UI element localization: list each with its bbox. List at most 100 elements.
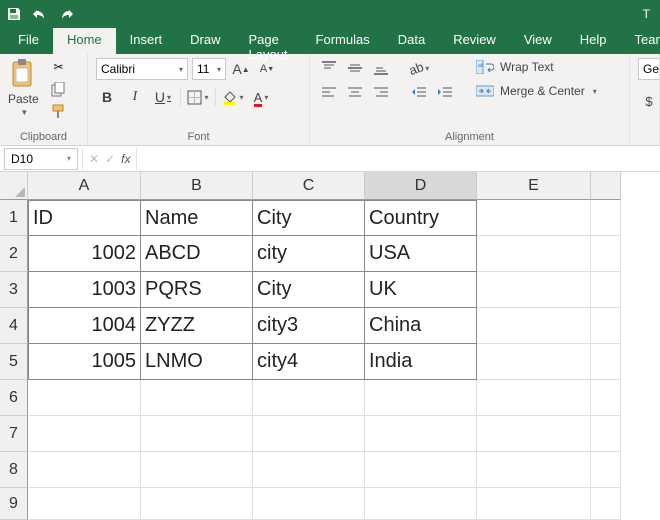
save-icon[interactable] [6, 6, 22, 22]
cell-d9[interactable] [365, 488, 477, 520]
cell-e2[interactable] [477, 236, 591, 272]
number-format-select[interactable]: Ge [638, 58, 660, 80]
cell-f2[interactable] [591, 236, 621, 272]
align-right-button[interactable] [370, 82, 392, 102]
name-box[interactable]: D10 ▾ [4, 148, 78, 170]
increase-font-button[interactable]: A▲ [230, 58, 252, 80]
copy-button[interactable] [49, 80, 69, 98]
tab-help[interactable]: Help [566, 28, 621, 54]
tab-review[interactable]: Review [439, 28, 510, 54]
cell-e3[interactable] [477, 272, 591, 308]
cell-c2[interactable]: city [253, 236, 365, 272]
cell-c1[interactable]: City [253, 200, 365, 236]
cell-a8[interactable] [28, 452, 141, 488]
select-all-corner[interactable] [0, 172, 28, 200]
paste-button[interactable]: Paste ▼ [8, 58, 39, 117]
cell-e4[interactable] [477, 308, 591, 344]
row-header-2[interactable]: 2 [0, 236, 28, 272]
row-header-5[interactable]: 5 [0, 344, 28, 380]
row-header-6[interactable]: 6 [0, 380, 28, 416]
column-header-partial[interactable] [591, 172, 621, 200]
cell-e9[interactable] [477, 488, 591, 520]
cell-b7[interactable] [141, 416, 253, 452]
cell-c8[interactable] [253, 452, 365, 488]
tab-draw[interactable]: Draw [176, 28, 234, 54]
cell-a3[interactable]: 1003 [28, 272, 141, 308]
column-header-c[interactable]: C [253, 172, 365, 200]
cell-a2[interactable]: 1002 [28, 236, 141, 272]
underline-button[interactable]: U▾ [152, 86, 174, 108]
italic-button[interactable]: I [124, 86, 146, 108]
merge-center-button[interactable]: Merge & Center ▾ [472, 82, 601, 100]
cell-f6[interactable] [591, 380, 621, 416]
column-header-a[interactable]: A [28, 172, 141, 200]
cancel-formula-button[interactable]: ✕ [89, 152, 99, 166]
cell-f4[interactable] [591, 308, 621, 344]
font-color-button[interactable]: A▾ [250, 86, 272, 108]
cell-d8[interactable] [365, 452, 477, 488]
cell-b1[interactable]: Name [141, 200, 253, 236]
decrease-font-button[interactable]: A▼ [256, 58, 278, 80]
cell-e6[interactable] [477, 380, 591, 416]
cell-e8[interactable] [477, 452, 591, 488]
cell-f5[interactable] [591, 344, 621, 380]
redo-icon[interactable] [58, 7, 74, 21]
cell-a6[interactable] [28, 380, 141, 416]
column-header-d[interactable]: D [365, 172, 477, 200]
cell-a5[interactable]: 1005 [28, 344, 141, 380]
align-center-button[interactable] [344, 82, 366, 102]
cell-e7[interactable] [477, 416, 591, 452]
cell-b3[interactable]: PQRS [141, 272, 253, 308]
cell-d5[interactable]: India [365, 344, 477, 380]
currency-button[interactable]: $ [638, 90, 660, 112]
row-header-3[interactable]: 3 [0, 272, 28, 308]
cell-a9[interactable] [28, 488, 141, 520]
tab-insert[interactable]: Insert [116, 28, 177, 54]
cell-b8[interactable] [141, 452, 253, 488]
tab-home[interactable]: Home [53, 28, 116, 54]
wrap-text-button[interactable]: ab Wrap Text [472, 58, 601, 76]
cell-e1[interactable] [477, 200, 591, 236]
tab-formulas[interactable]: Formulas [302, 28, 384, 54]
format-painter-button[interactable] [49, 102, 69, 120]
align-top-button[interactable] [318, 58, 340, 78]
cut-button[interactable]: ✂ [49, 58, 69, 76]
font-name-select[interactable]: Calibri▾ [96, 58, 188, 80]
tab-page-layout[interactable]: Page Layout [235, 28, 302, 54]
fill-color-button[interactable]: ▾ [222, 86, 244, 108]
column-header-b[interactable]: B [141, 172, 253, 200]
tab-team[interactable]: Team [621, 28, 660, 54]
font-size-select[interactable]: 11▾ [192, 58, 226, 80]
orientation-button[interactable]: ab▾ [408, 58, 430, 78]
cell-d2[interactable]: USA [365, 236, 477, 272]
cell-c9[interactable] [253, 488, 365, 520]
cell-c6[interactable] [253, 380, 365, 416]
borders-button[interactable]: ▾ [187, 86, 209, 108]
fx-button[interactable]: fx [121, 152, 130, 166]
row-header-1[interactable]: 1 [0, 200, 28, 236]
cell-f3[interactable] [591, 272, 621, 308]
cell-f7[interactable] [591, 416, 621, 452]
cell-a7[interactable] [28, 416, 141, 452]
column-header-e[interactable]: E [477, 172, 591, 200]
cell-d3[interactable]: UK [365, 272, 477, 308]
cell-b9[interactable] [141, 488, 253, 520]
cell-a4[interactable]: 1004 [28, 308, 141, 344]
cell-d1[interactable]: Country [365, 200, 477, 236]
cell-b4[interactable]: ZYZZ [141, 308, 253, 344]
cell-c4[interactable]: city3 [253, 308, 365, 344]
row-header-4[interactable]: 4 [0, 308, 28, 344]
cell-c3[interactable]: City [253, 272, 365, 308]
cell-c7[interactable] [253, 416, 365, 452]
cell-d6[interactable] [365, 380, 477, 416]
tab-file[interactable]: File [4, 28, 53, 54]
increase-indent-button[interactable] [434, 82, 456, 102]
decrease-indent-button[interactable] [408, 82, 430, 102]
cell-b6[interactable] [141, 380, 253, 416]
formula-input[interactable] [137, 148, 660, 170]
cell-d4[interactable]: China [365, 308, 477, 344]
cell-c5[interactable]: city4 [253, 344, 365, 380]
bold-button[interactable]: B [96, 86, 118, 108]
tab-data[interactable]: Data [384, 28, 439, 54]
cell-d7[interactable] [365, 416, 477, 452]
